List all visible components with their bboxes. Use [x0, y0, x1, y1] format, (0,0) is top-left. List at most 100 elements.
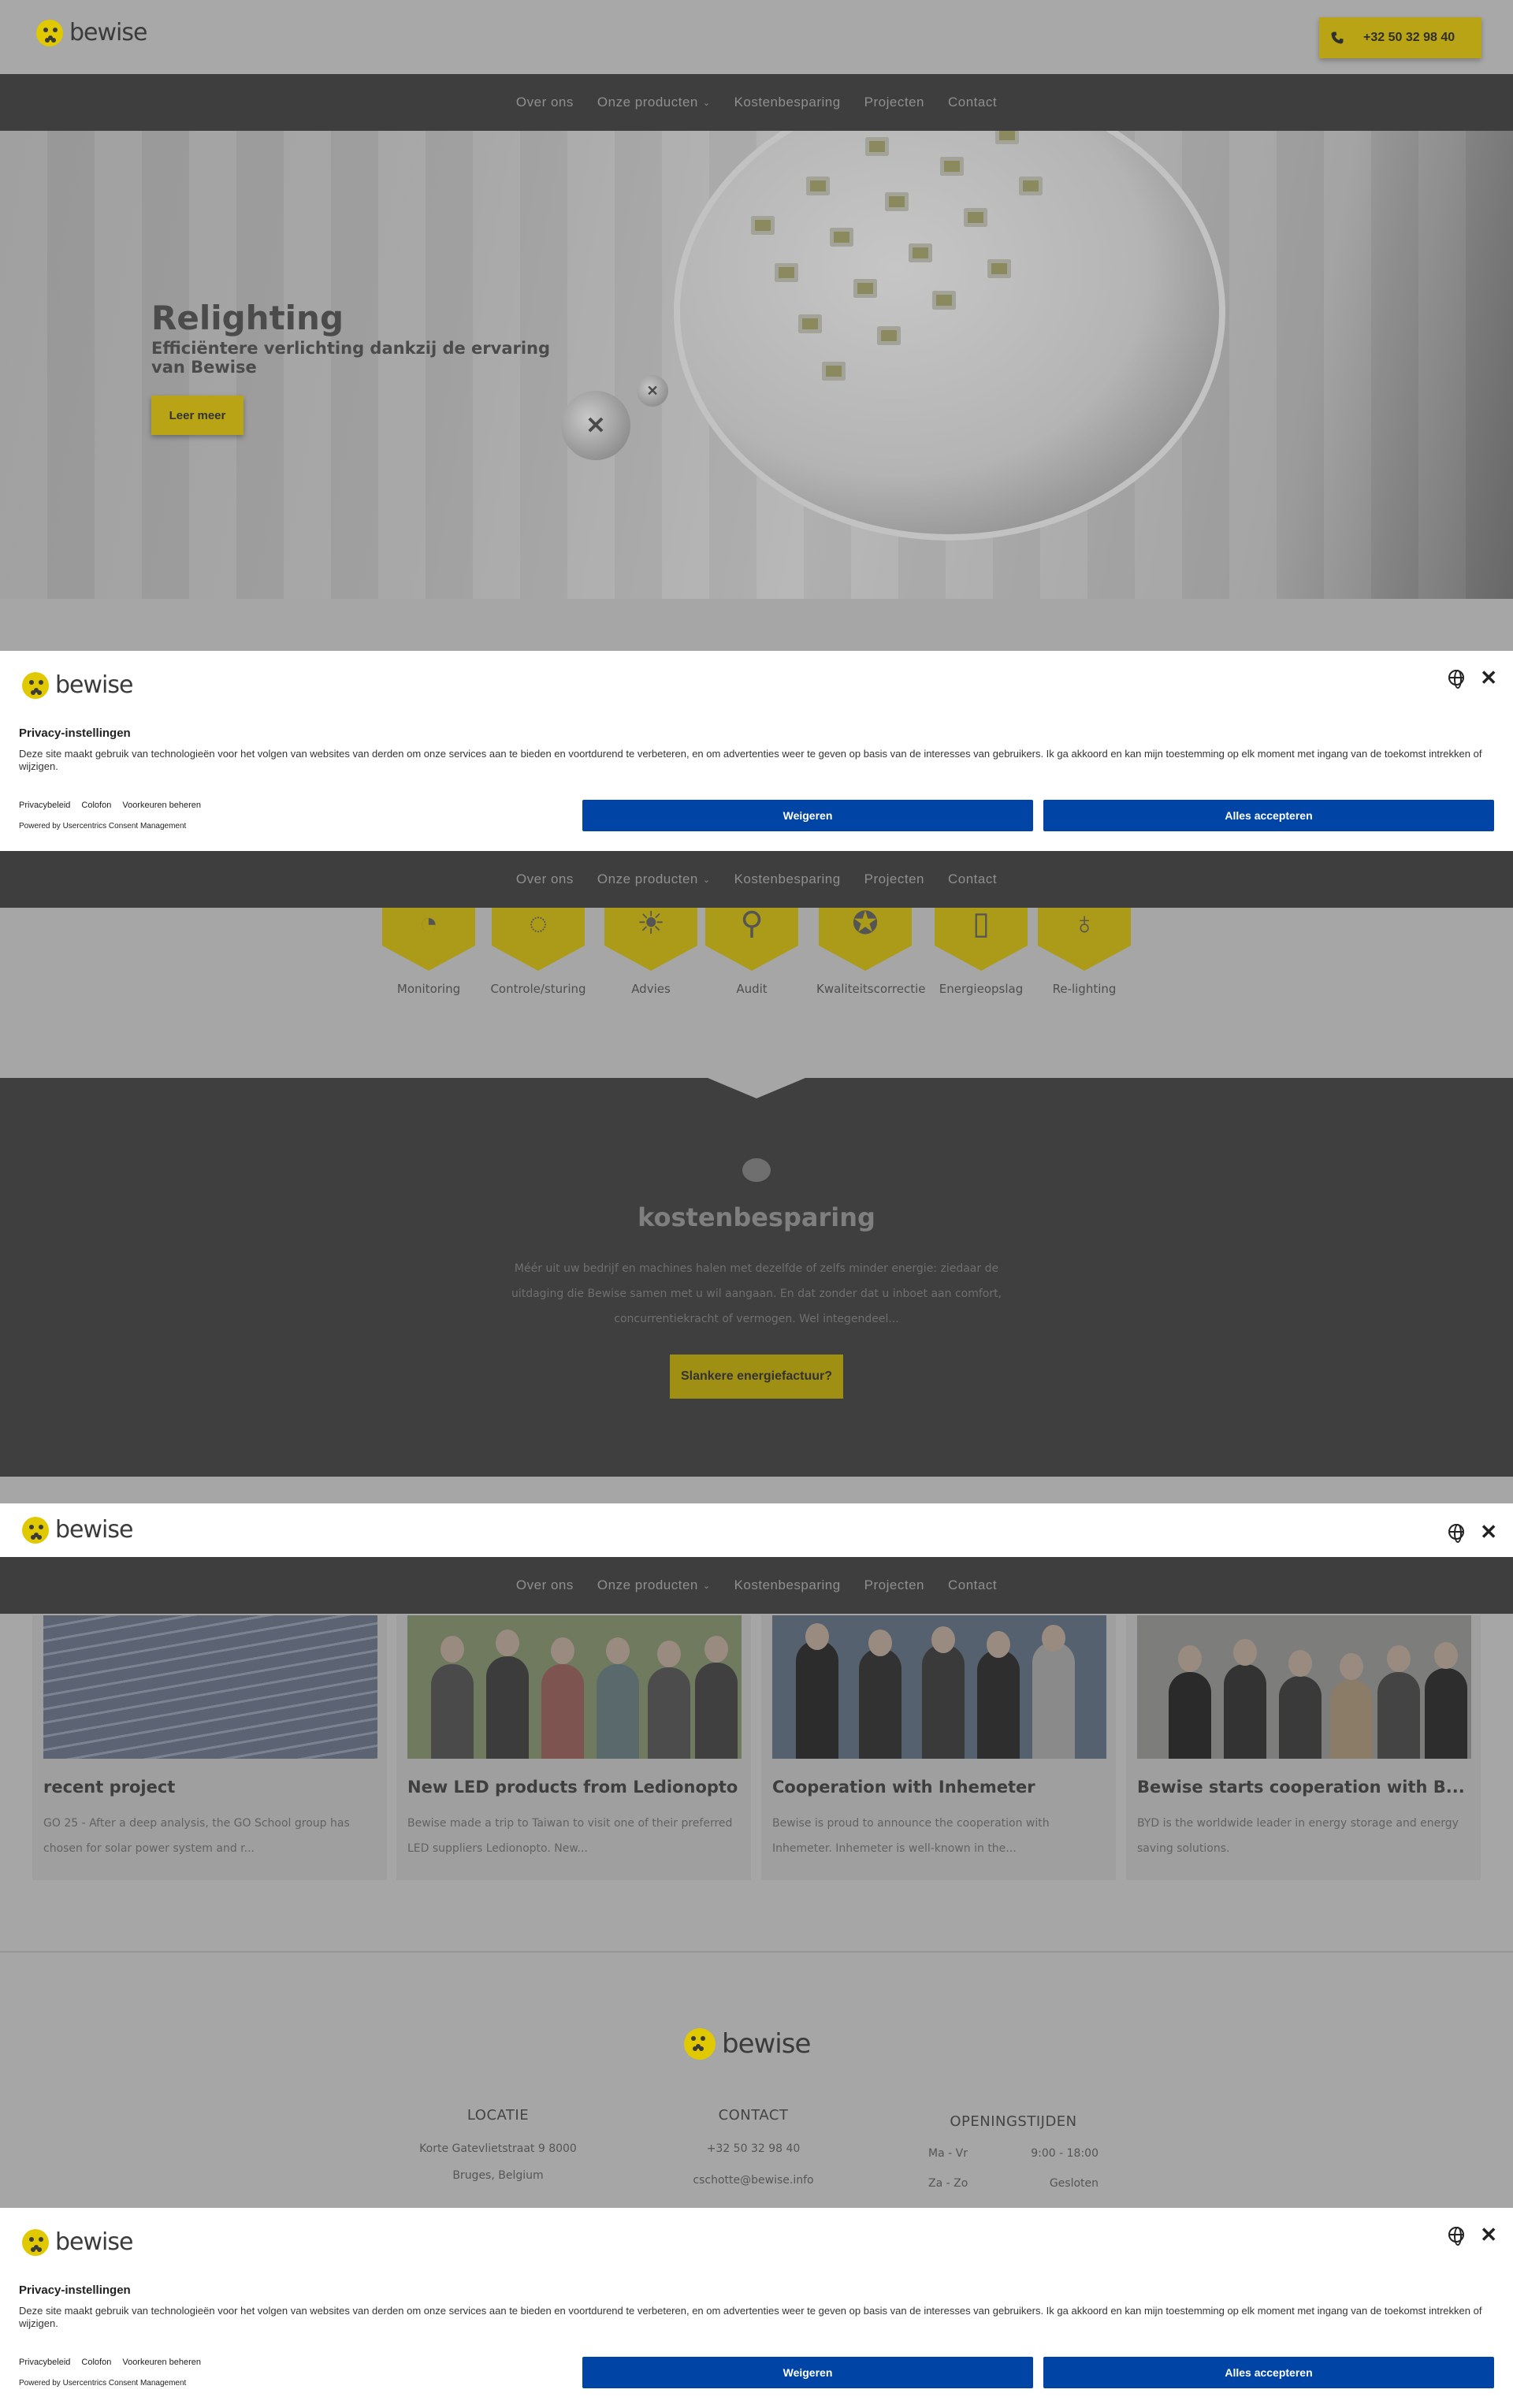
chevron-down-icon: ⌄ [702, 98, 711, 108]
footer-phone-link[interactable]: +32 50 32 98 40 [659, 2142, 848, 2155]
manage-preferences-link[interactable]: Voorkeuren beheren [122, 801, 201, 810]
language-globe-icon[interactable] [1448, 670, 1465, 689]
project-card[interactable]: Cooperation with Inhemeter Bewise is pro… [761, 1615, 1116, 1880]
sticky-nav: Over ons Onze producten ⌄ Kostenbesparing… [0, 1557, 1513, 1614]
nav-over-ons[interactable]: Over ons [516, 1577, 574, 1593]
project-excerpt: BYD is the worldwide leader in energy st… [1137, 1817, 1459, 1855]
nav-projecten[interactable]: Projecten [864, 871, 924, 887]
bewise-logo-icon [22, 2228, 49, 2256]
project-title: recent project [43, 1778, 176, 1797]
service-energieopslag[interactable]: ▯ Energieopslag [932, 908, 1030, 996]
savings-title: kostenbesparing [638, 1202, 875, 1232]
service-monitoring[interactable]: ◔ Monitoring [380, 908, 478, 996]
accept-all-button[interactable]: Alles accepteren [1043, 2357, 1494, 2388]
consent-logo: bewise [22, 2228, 133, 2256]
consent-banner: bewise ✕ Privacy-instellingen Deze site … [0, 2208, 1513, 2408]
ledionopto-group-image [407, 1615, 742, 1759]
project-excerpt: GO 25 - After a deep analysis, the GO Sc… [43, 1817, 350, 1855]
consent-title: Privacy-instellingen [19, 2284, 131, 2297]
colofon-link[interactable]: Colofon [81, 801, 111, 810]
nav-onze-producten[interactable]: Onze producten ⌄ [597, 1577, 711, 1593]
accept-all-button[interactable]: Alles accepteren [1043, 800, 1494, 831]
consent-title: Privacy-instellingen [19, 726, 131, 740]
language-globe-icon[interactable] [1448, 2227, 1465, 2246]
consent-logo: bewise [22, 671, 133, 699]
service-kwaliteitscorrectie[interactable]: ✪ Kwaliteitscorrectie [816, 908, 926, 996]
consent-banner: bewise ✕ Privacy-instellingen Deze site … [0, 651, 1513, 851]
main-nav: Over ons Onze producten ⌄ Kostenbesparing… [0, 74, 1513, 131]
privacy-policy-link[interactable]: Privacybeleid [19, 801, 70, 810]
nav-kostenbesparing[interactable]: Kostenbesparing [734, 95, 841, 110]
nav-projecten[interactable]: Projecten [864, 95, 924, 110]
site-logo[interactable]: bewise [36, 19, 147, 46]
nav-contact[interactable]: Contact [948, 871, 997, 887]
footer-logo[interactable]: bewise [684, 2028, 811, 2060]
service-relighting[interactable]: ♁ Re-lighting [1035, 908, 1133, 996]
nav-onze-producten[interactable]: Onze producten ⌄ [597, 871, 711, 887]
logo-text: bewise [55, 671, 133, 699]
byd-group-image [1137, 1615, 1471, 1759]
screw-image-small: ✕ [637, 375, 668, 407]
bewise-logo-icon [684, 2028, 716, 2060]
magnifier-icon: ⚲ [705, 908, 798, 971]
site-header: bewise +32 50 32 98 40 [0, 0, 1513, 74]
service-label: Controle/sturing [490, 982, 586, 996]
hours-day: Ma - Vr [928, 2147, 968, 2160]
award-icon: ✪ [819, 908, 912, 971]
nav-contact[interactable]: Contact [948, 1577, 997, 1593]
colofon-link[interactable]: Colofon [81, 2358, 111, 2367]
nav-contact[interactable]: Contact [948, 95, 997, 110]
phone-button[interactable]: +32 50 32 98 40 [1319, 17, 1481, 58]
consent-banner-collapsed: bewise ✕ [0, 1503, 1513, 1557]
close-icon[interactable]: ✕ [1480, 1522, 1497, 1542]
bewise-logo-icon [22, 1516, 49, 1544]
manage-preferences-link[interactable]: Voorkeuren beheren [122, 2358, 201, 2367]
address-line-1: Korte Gatevlietstraat 9 8000 [419, 2142, 577, 2155]
footer-email-link[interactable]: cschotte@bewise.info [659, 2174, 848, 2187]
hours-row: Za - Zo Gesloten [928, 2177, 1099, 2190]
deny-button[interactable]: Weigeren [582, 2357, 1033, 2388]
project-excerpt: Bewise is proud to announce the cooperat… [772, 1817, 1050, 1855]
footer-hours: OPENINGSTIJDEN Ma - Vr 9:00 - 18:00 Za -… [928, 2113, 1099, 2190]
nav-onze-producten-label: Onze producten [597, 1577, 698, 1592]
sticky-nav: Over ons Onze producten ⌄ Kostenbesparing… [0, 851, 1513, 908]
language-globe-icon[interactable] [1448, 1524, 1465, 1543]
project-card[interactable]: recent project GO 25 - After a deep anal… [32, 1615, 387, 1880]
phone-number: +32 50 32 98 40 [1363, 31, 1455, 44]
hero-learn-more-button[interactable]: Leer meer [151, 396, 243, 435]
footer-contact: CONTACT +32 50 32 98 40 cschotte@bewise.… [659, 2107, 848, 2187]
privacy-policy-link[interactable]: Privacybeleid [19, 2358, 70, 2367]
deny-button[interactable]: Weigeren [582, 800, 1033, 831]
nav-over-ons[interactable]: Over ons [516, 95, 574, 110]
nav-kostenbesparing[interactable]: Kostenbesparing [734, 871, 841, 887]
battery-icon: ▯ [935, 908, 1028, 971]
consent-controls: ✕ [1448, 1522, 1497, 1543]
hours-heading: OPENINGSTIJDEN [950, 2113, 1077, 2130]
service-label: Kwaliteitscorrectie [816, 982, 926, 996]
project-card[interactable]: Bewise starts cooperation with B... BYD … [1126, 1615, 1481, 1880]
consent-powered-by: Powered by Usercentrics Consent Manageme… [19, 2379, 187, 2388]
service-audit[interactable]: ⚲ Audit [703, 908, 801, 996]
close-icon[interactable]: ✕ [1480, 667, 1497, 688]
footer-location: LOCATIE Korte Gatevlietstraat 9 8000 Bru… [403, 2107, 593, 2182]
project-title: Bewise starts cooperation with B... [1137, 1778, 1465, 1797]
hours-time: 9:00 - 18:00 [1031, 2147, 1099, 2160]
service-label: Advies [631, 982, 671, 996]
inhemeter-group-image [772, 1615, 1106, 1759]
nav-onze-producten-label: Onze producten [597, 95, 698, 110]
service-label: Re-lighting [1052, 982, 1117, 996]
consent-powered-by: Powered by Usercentrics Consent Manageme… [19, 822, 187, 831]
service-controle[interactable]: ◌ Controle/sturing [489, 908, 587, 996]
nav-kostenbesparing[interactable]: Kostenbesparing [734, 1577, 841, 1593]
service-label: Audit [736, 982, 768, 996]
screw-image: ✕ [561, 391, 630, 460]
close-icon[interactable]: ✕ [1480, 2224, 1497, 2245]
project-card[interactable]: New LED products from Ledionopto Bewise … [396, 1615, 751, 1880]
control-icon: ◌ [492, 908, 585, 971]
nav-over-ons[interactable]: Over ons [516, 871, 574, 887]
hours-time: Gesloten [1049, 2177, 1099, 2190]
service-advies[interactable]: ☀ Advies [602, 908, 700, 996]
nav-onze-producten[interactable]: Onze producten ⌄ [597, 95, 711, 110]
nav-projecten[interactable]: Projecten [864, 1577, 924, 1593]
savings-button[interactable]: Slankere energiefactuur? [670, 1354, 843, 1399]
